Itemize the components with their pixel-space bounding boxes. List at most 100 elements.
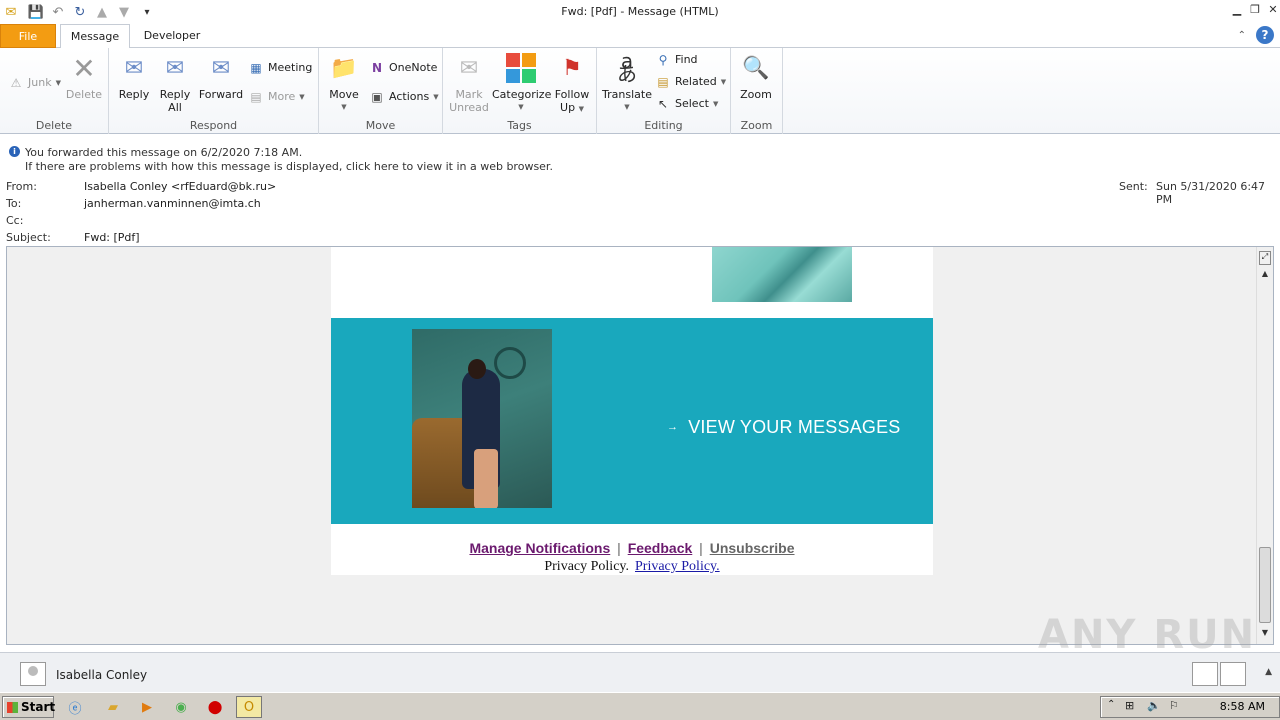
find-button[interactable]: ⚲ Find (655, 51, 698, 69)
folder-icon[interactable]: ▰ (100, 696, 126, 718)
reply-label: Reply (118, 88, 150, 101)
mark-unread-button[interactable]: ✉ Mark Unread (449, 52, 489, 114)
view-in-browser-notice[interactable]: If there are problems with how this mess… (25, 160, 553, 173)
email-banner: → VIEW YOUR MESSAGES (331, 318, 933, 524)
zoom-group: 🔍 Zoom Zoom (731, 48, 783, 134)
ribbon-minimize-icon[interactable]: ⌃ (1238, 30, 1246, 41)
junk-icon: ⚠ (10, 76, 22, 90)
people-name[interactable]: Isabella Conley (56, 668, 147, 682)
delete-button[interactable]: ✕ Delete (64, 52, 104, 101)
people-pane: Isabella Conley ▲ (0, 652, 1280, 692)
title-bar: ✉ 💾 ↶ ↻ ▲ ▼ ▾ Fwd: [Pdf] - Message (HTML… (0, 0, 1280, 24)
binoculars-icon: ⚲ (658, 53, 668, 67)
taskbar: Start ⓔ ▰ ▶ ◉ ⬤ O ⌃ ⊞ 🔈 ⚐ 8:58 AM (0, 692, 1280, 720)
forward-label: Forward (198, 88, 244, 101)
move-group: 📁 Move ▼ N OneNote ▣ Actions ▼ Move (319, 48, 443, 134)
help-icon[interactable]: ? (1256, 26, 1274, 44)
mark-unread-icon: ✉ (459, 55, 479, 81)
manage-notifications-link[interactable]: Manage Notifications (469, 540, 610, 556)
outlook-taskbar-icon[interactable]: O (236, 696, 262, 718)
actions-icon: ▣ (371, 90, 383, 104)
more-icon: ▤ (250, 90, 262, 104)
sent-label: Sent: (1119, 180, 1148, 193)
feedback-link[interactable]: Feedback (628, 540, 693, 556)
move-group-label: Move (365, 119, 396, 132)
footer-links: Manage Notifications | Feedback | Unsubs… (331, 540, 933, 556)
tab-developer[interactable]: Developer (134, 24, 210, 48)
from-label: From: (6, 180, 37, 193)
scroll-down-arrow[interactable]: ▼ (1259, 628, 1271, 642)
media-player-icon[interactable]: ▶ (134, 696, 160, 718)
vertical-scrollbar[interactable]: ⤢ ▲ ▼ (1256, 247, 1273, 644)
actions-button[interactable]: ▣ Actions ▼ (369, 88, 438, 106)
delete-icon: ✕ (72, 51, 96, 85)
opera-icon[interactable]: ⬤ (202, 696, 228, 718)
translate-icon: aあ (617, 49, 637, 86)
to-label: To: (6, 197, 22, 210)
start-button[interactable]: Start (2, 696, 56, 718)
chevron-up-icon[interactable]: ▲ (1265, 667, 1272, 677)
follow-up-button[interactable]: ⚑ Follow Up ▼ (553, 52, 591, 116)
volume-icon[interactable]: 🔈 (1147, 699, 1161, 712)
message-body[interactable]: → VIEW YOUR MESSAGES Manage Notifications… (6, 246, 1274, 645)
junk-button[interactable]: ⚠ Junk ▼ (8, 74, 61, 92)
delete-group: ⚠ Junk ▼ ✕ Delete Delete (0, 48, 109, 134)
action-center-flag-icon[interactable]: ⚐ (1169, 699, 1179, 712)
zoom-button[interactable]: 🔍 Zoom (739, 52, 773, 101)
to-value[interactable]: janherman.vanminnen@imta.ch (84, 197, 261, 210)
follow-up-label-1: Follow (554, 88, 590, 101)
forward-icon: ✉ (211, 55, 231, 81)
onenote-label: OneNote (389, 61, 438, 74)
internet-explorer-icon[interactable]: ⓔ (62, 696, 88, 718)
system-tray: ⌃ ⊞ 🔈 ⚐ 8:58 AM (1100, 696, 1280, 718)
categorize-button[interactable]: Categorize ▼ (492, 52, 551, 114)
ribbon-tabs: File Message Developer ⌃ ? (0, 24, 1280, 49)
clock[interactable]: 8:58 AM (1220, 700, 1265, 713)
privacy-text: Privacy Policy. (544, 559, 629, 574)
privacy-policy-link[interactable]: Privacy Policy. (635, 559, 720, 574)
move-button[interactable]: 📁 Move ▼ (327, 52, 361, 114)
select-label: Select (675, 97, 709, 110)
scroll-up-arrow[interactable]: ▲ (1259, 269, 1271, 283)
view-messages-link[interactable]: → VIEW YOUR MESSAGES (667, 417, 901, 438)
forwarded-notice: You forwarded this message on 6/2/2020 7… (25, 146, 303, 159)
email-content: → VIEW YOUR MESSAGES Manage Notifications… (331, 247, 933, 575)
fit-icon[interactable]: ⤢ (1259, 251, 1271, 265)
restore-button[interactable]: ❐ (1246, 2, 1264, 18)
separator: | (617, 540, 621, 556)
related-button[interactable]: ▤ Related ▼ (655, 73, 726, 91)
from-value[interactable]: Isabella Conley <rfEduard@bk.ru> (84, 180, 276, 193)
tags-group: ✉ Mark Unread Categorize ▼ ⚑ Follow Up ▼… (443, 48, 597, 134)
forward-button[interactable]: ✉ Forward (198, 52, 244, 101)
tab-message[interactable]: Message (60, 24, 130, 49)
avatar[interactable] (20, 662, 46, 686)
minimize-button[interactable]: ▁ (1228, 2, 1246, 18)
person-icon[interactable] (1220, 662, 1246, 686)
person-icon[interactable] (1192, 662, 1218, 686)
show-hidden-icons[interactable]: ⌃ (1107, 699, 1115, 710)
translate-label: Translate (602, 88, 652, 101)
junk-label: Junk (28, 76, 52, 89)
unsubscribe-link[interactable]: Unsubscribe (710, 540, 795, 556)
onenote-button[interactable]: N OneNote (369, 59, 437, 77)
select-button[interactable]: ↖ Select ▼ (655, 95, 718, 113)
mark-unread-label-1: Mark (455, 88, 483, 101)
more-button[interactable]: ▤ More ▼ (248, 88, 304, 106)
more-label: More (268, 90, 296, 103)
close-button[interactable]: ✕ (1264, 2, 1280, 18)
start-label: Start (21, 700, 56, 714)
scroll-thumb[interactable] (1259, 547, 1271, 623)
chrome-icon[interactable]: ◉ (168, 696, 194, 718)
reply-button[interactable]: ✉ Reply (117, 52, 151, 101)
network-icon[interactable]: ⊞ (1125, 699, 1134, 712)
tab-file[interactable]: File (0, 24, 56, 48)
meeting-button[interactable]: ▦ Meeting (248, 59, 312, 77)
related-icon: ▤ (657, 75, 669, 89)
follow-up-label-2: Up (560, 101, 576, 114)
move-icon: 📁 (330, 55, 358, 81)
woman-photo[interactable] (412, 329, 552, 508)
zoom-group-label: Zoom (740, 119, 773, 132)
translate-button[interactable]: aあ Translate ▼ (601, 49, 653, 114)
reply-all-button[interactable]: ✉ Reply All (158, 52, 192, 114)
zoom-label: Zoom (740, 88, 772, 101)
